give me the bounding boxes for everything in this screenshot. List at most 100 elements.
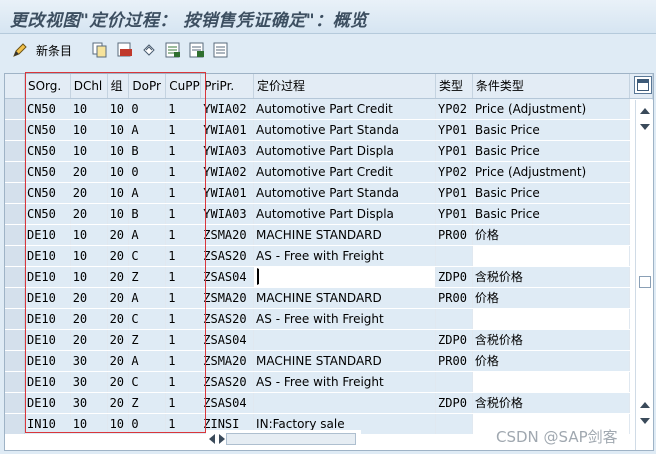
table-row[interactable]: CN50 10 10 B 1 YWIA03 Automotive Part Displa YP… (5, 140, 653, 162)
condition-type-cell[interactable]: ZDP0 (435, 266, 473, 288)
condition-type-description-cell[interactable] (472, 371, 630, 393)
pricing-procedure-cell[interactable]: ZSAS04 (200, 266, 255, 288)
new-entries-button[interactable]: 新条目 (12, 40, 72, 60)
pricing-procedure-description-cell[interactable]: AS - Free with Freight (253, 245, 437, 267)
condition-type-description-cell[interactable]: 价格 (472, 224, 630, 246)
pricing-procedure-cell[interactable]: ZSMA20 (200, 224, 255, 246)
scroll-down-icon[interactable] (640, 124, 650, 130)
condition-type-cell[interactable]: ZDP0 (435, 392, 473, 414)
condition-type-description-cell[interactable]: Basic Price (472, 140, 630, 162)
pricing-procedure-description-cell[interactable]: Automotive Part Displa (253, 140, 437, 162)
table-row[interactable]: DE10 30 20 Z 1 ZSAS04 ZDP0 含税价格 (5, 392, 653, 414)
pricing-procedure-description-cell[interactable] (253, 392, 437, 414)
condition-type-cell[interactable] (435, 371, 473, 393)
condition-type-cell[interactable]: YP01 (435, 119, 473, 141)
condition-type-description-cell[interactable]: Price (Adjustment) (472, 98, 630, 120)
condition-type-cell[interactable]: YP02 (435, 98, 473, 120)
header-condition-type[interactable]: 类型 (435, 74, 473, 99)
scroll-right-icon[interactable] (219, 434, 225, 444)
pricing-procedure-cell[interactable]: YWIA03 (200, 203, 255, 225)
pricing-procedure-cell[interactable]: YWIA01 (200, 119, 255, 141)
pricing-procedure-description-cell[interactable]: Automotive Part Credit (253, 98, 437, 120)
header-customer-pricing-procedure[interactable]: CuPP (165, 74, 202, 99)
condition-type-description-cell[interactable]: Basic Price (472, 203, 630, 225)
condition-type-cell[interactable]: PR00 (435, 350, 473, 372)
pricing-procedure-description-cell[interactable]: AS - Free with Freight (253, 308, 437, 330)
pricing-procedure-cell[interactable]: ZSAS20 (200, 371, 255, 393)
condition-type-description-cell[interactable]: Price (Adjustment) (472, 161, 630, 183)
select-block-button[interactable] (189, 40, 205, 60)
pricing-procedure-description-cell[interactable]: Automotive Part Credit (253, 161, 437, 183)
table-row[interactable]: CN50 20 10 0 1 YWIA02 Automotive Part Credit YP… (5, 161, 653, 183)
header-document-pricing-procedure[interactable]: DoPr (128, 74, 167, 99)
pricing-procedure-description-cell[interactable]: AS - Free with Freight (253, 371, 437, 393)
condition-type-description-cell[interactable]: 含税价格 (472, 329, 630, 351)
header-condition-type-description[interactable]: 条件类型 (472, 74, 630, 99)
row-selector[interactable] (5, 224, 25, 246)
table-row[interactable]: DE10 30 20 A 1 ZSMA20 MACHINE STANDARD PR00 价格 (5, 350, 653, 372)
pricing-procedure-description-cell[interactable] (253, 329, 437, 351)
copy-button[interactable] (92, 40, 108, 60)
condition-type-description-cell[interactable] (472, 245, 630, 267)
condition-type-description-cell[interactable] (472, 308, 630, 330)
row-selector[interactable] (5, 329, 25, 351)
condition-type-cell[interactable] (435, 245, 473, 267)
condition-type-cell[interactable]: YP02 (435, 161, 473, 183)
condition-type-description-cell[interactable]: 含税价格 (472, 392, 630, 414)
table-row[interactable]: CN50 20 10 B 1 YWIA03 Automotive Part Displa YP… (5, 203, 653, 225)
scroll-up-icon[interactable] (640, 108, 650, 114)
pricing-procedure-description-cell[interactable] (253, 266, 437, 288)
row-selector[interactable] (5, 119, 25, 141)
row-selector[interactable] (5, 98, 25, 120)
undo-button[interactable] (141, 40, 157, 60)
row-selector[interactable] (5, 266, 25, 288)
condition-type-description-cell[interactable]: Basic Price (472, 182, 630, 204)
column-settings-button[interactable] (634, 76, 652, 94)
select-all-header[interactable] (5, 74, 25, 99)
header-division[interactable]: 组 (107, 74, 130, 99)
pricing-procedure-description-cell[interactable]: MACHINE STANDARD (253, 224, 437, 246)
select-all-button[interactable] (165, 40, 181, 60)
deselect-all-button[interactable] (213, 40, 229, 60)
row-selector[interactable] (5, 161, 25, 183)
pricing-procedure-description-cell[interactable]: MACHINE STANDARD (253, 350, 437, 372)
row-selector[interactable] (5, 203, 25, 225)
pricing-procedure-cell[interactable]: YWIA02 (200, 161, 255, 183)
row-selector[interactable] (5, 308, 25, 330)
pricing-procedure-description-cell[interactable]: Automotive Part Displa (253, 203, 437, 225)
scroll-thumb[interactable] (639, 276, 651, 288)
row-selector[interactable] (5, 182, 25, 204)
table-row[interactable]: DE10 10 20 A 1 ZSMA20 MACHINE STANDARD PR00 价格 (5, 224, 653, 246)
pricing-procedure-cell[interactable]: YWIA01 (200, 182, 255, 204)
scroll-left-icon[interactable] (209, 434, 215, 444)
header-distribution-channel[interactable]: DChl (70, 74, 108, 99)
table-row[interactable]: DE10 10 20 C 1 ZSAS20 AS - Free with Freight (5, 245, 653, 267)
row-selector[interactable] (5, 140, 25, 162)
scroll-page-down-icon[interactable] (640, 418, 650, 424)
pricing-procedure-cell[interactable]: ZSMA20 (200, 350, 255, 372)
vertical-scrollbar[interactable] (635, 100, 653, 450)
row-selector[interactable] (5, 392, 25, 414)
header-pricing-procedure-description[interactable]: 定价过程 (253, 74, 437, 99)
pricing-procedure-cell[interactable]: YWIA03 (200, 140, 255, 162)
scroll-page-up-icon[interactable] (640, 402, 650, 408)
pricing-procedure-cell[interactable]: ZSMA20 (200, 287, 255, 309)
pricing-procedure-description-cell[interactable]: MACHINE STANDARD (253, 287, 437, 309)
table-row[interactable]: DE10 20 20 C 1 ZSAS20 AS - Free with Freight (5, 308, 653, 330)
table-row[interactable]: DE10 20 20 A 1 ZSMA20 MACHINE STANDARD PR00 价格 (5, 287, 653, 309)
row-selector[interactable] (5, 245, 25, 267)
delete-button[interactable] (117, 40, 133, 60)
condition-type-cell[interactable]: YP01 (435, 203, 473, 225)
condition-type-cell[interactable]: ZDP0 (435, 329, 473, 351)
condition-type-description-cell[interactable]: 含税价格 (472, 266, 630, 288)
condition-type-description-cell[interactable]: Basic Price (472, 119, 630, 141)
pricing-procedure-description-cell[interactable]: Automotive Part Standa (253, 119, 437, 141)
condition-type-cell[interactable] (435, 413, 473, 435)
row-selector[interactable] (5, 371, 25, 393)
horizontal-scrollbar[interactable] (206, 430, 361, 448)
condition-type-cell[interactable]: PR00 (435, 287, 473, 309)
table-row[interactable]: DE10 20 20 Z 1 ZSAS04 ZDP0 含税价格 (5, 329, 653, 351)
condition-type-description-cell[interactable]: 价格 (472, 287, 630, 309)
table-row[interactable]: DE10 10 20 Z 1 ZSAS04 ZDP0 含税价格 (5, 266, 653, 288)
pricing-procedure-cell[interactable]: ZSAS04 (200, 392, 255, 414)
